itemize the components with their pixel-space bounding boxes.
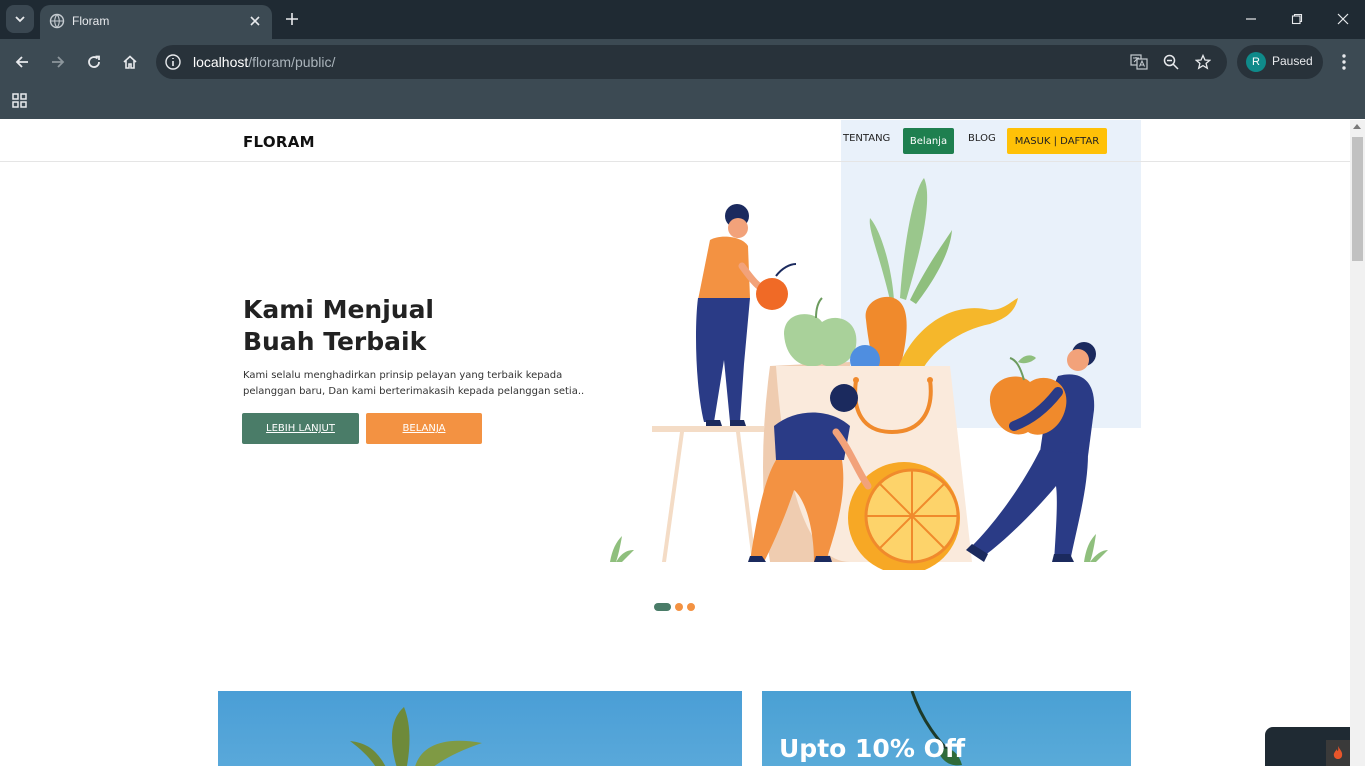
info-icon[interactable] [164,53,182,71]
carousel-dot-active[interactable] [654,603,671,611]
red-apple-icon [756,263,797,310]
debug-toolbar-button[interactable] [1326,740,1350,766]
carousel-dot[interactable] [687,603,695,611]
url-text: localhost/floram/public/ [193,54,335,70]
profile-status: Paused [1272,54,1313,68]
plus-icon [286,13,298,25]
restore-button[interactable] [1282,6,1312,32]
new-tab-button[interactable] [280,7,304,31]
translate-icon [1130,54,1148,70]
bookmark-star-button[interactable] [1194,53,1212,71]
plant-left-icon [610,536,634,562]
zoom-button[interactable] [1162,53,1180,71]
avatar: R [1246,52,1266,72]
minimize-icon [1246,18,1256,20]
browser-toolbar: localhost/floram/public/ R Paused [0,39,1365,85]
forward-button[interactable] [44,48,72,76]
reload-button[interactable] [80,48,108,76]
close-icon [250,16,260,26]
carousel-dot[interactable] [675,603,683,611]
browser-tab-strip: Floram [0,0,1365,39]
reload-icon [88,55,100,68]
restore-icon [1291,13,1303,25]
home-icon [123,55,137,69]
url-path: /floram/public/ [248,54,336,70]
hero-title-line2: Buah Terbaik [243,327,427,356]
arrow-right-icon [52,56,65,68]
address-bar[interactable]: localhost/floram/public/ [156,45,1227,79]
tab-search-button[interactable] [6,5,34,33]
profile-button[interactable]: R Paused [1237,45,1323,79]
home-button[interactable] [116,48,144,76]
table-icon [652,426,764,562]
star-icon [1195,54,1211,70]
more-button[interactable]: LEBIH LANJUT [242,413,359,444]
browser-menu-button[interactable] [1332,48,1356,76]
green-apple-icon [784,297,857,367]
site-header: FLORAM TENTANG Belanja BLOG MASUK | DAFT… [0,120,1350,162]
globe-icon [49,13,65,29]
more-vertical-icon [1342,54,1346,70]
back-button[interactable] [8,48,36,76]
close-icon [1337,13,1349,25]
shop-button[interactable]: BELANJA [366,413,482,444]
flame-icon [1333,746,1343,759]
url-host: localhost [193,54,249,70]
hero-description: Kami selalu menghadirkan prinsip pelayan… [243,370,585,397]
tab-title: Floram [72,14,110,28]
tab-close-button[interactable] [246,12,264,30]
arrow-left-icon [15,56,28,68]
hero-title-line1: Kami Menjual [243,295,435,324]
nav-login-button[interactable]: MASUK | DAFTAR [1007,128,1107,154]
palm-leaves-image [350,707,482,766]
nav-belanja-button[interactable]: Belanja [903,128,954,154]
translate-button[interactable] [1130,53,1148,71]
person-carrying-icon [966,342,1096,562]
minimize-button[interactable] [1236,6,1266,32]
promo-card-title: Upto 10% Off [779,734,966,763]
site-brand[interactable]: FLORAM [243,133,315,151]
scroll-up-arrow-icon[interactable] [1353,124,1361,129]
promo-card-2[interactable]: Upto 10% Off [762,691,1131,766]
hero-illustration [610,178,1108,570]
zoom-out-icon [1163,54,1179,70]
scrollbar-thumb[interactable] [1352,137,1363,261]
hero-title: Kami Menjual Buah Terbaik [243,294,563,358]
apps-grid-icon[interactable] [10,91,30,111]
close-window-button[interactable] [1328,6,1358,32]
page-viewport: FLORAM TENTANG Belanja BLOG MASUK | DAFT… [0,120,1350,766]
promo-card-1[interactable] [218,691,742,766]
nav-blog[interactable]: BLOG [968,133,996,144]
plant-right-icon [1084,534,1108,562]
chevron-down-icon [15,16,25,23]
page-scrollbar[interactable] [1350,120,1365,766]
nav-tentang[interactable]: TENTANG [843,133,890,144]
browser-tab-active[interactable]: Floram [40,5,272,39]
bookmarks-bar [0,85,1365,119]
person-standing-icon [696,204,774,426]
